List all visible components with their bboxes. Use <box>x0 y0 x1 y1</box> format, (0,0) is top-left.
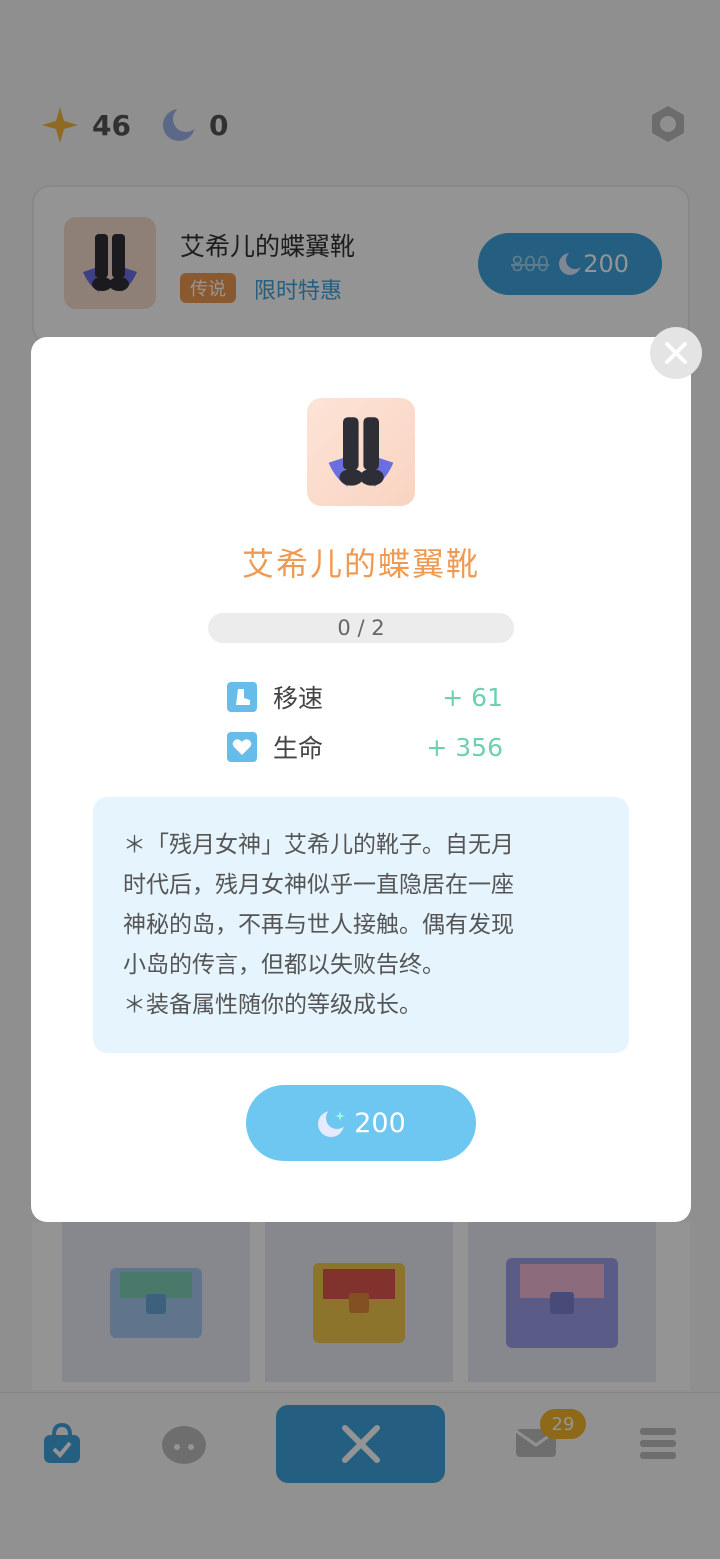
description-line: ＊「残月女神」艾希儿的靴子。自无月 <box>123 832 514 858</box>
description-line: 神秘的岛，不再与世人接触。偶有发现 <box>123 912 514 938</box>
boots-icon <box>328 417 394 487</box>
description-line: 小岛的传言，但都以失败告终。 <box>123 952 445 978</box>
close-icon <box>665 342 687 364</box>
moon-icon <box>318 1107 349 1137</box>
stat-row-health: 生命 + 356 <box>227 730 503 764</box>
purchase-price: 200 <box>354 1107 406 1139</box>
item-detail-modal: 艾希儿的蝶翼靴 0 / 2 移速 + 61 生命 + 356 ＊「残月女神」艾希… <box>31 337 691 1222</box>
modal-item-title: 艾希儿的蝶翼靴 <box>241 545 480 583</box>
purchase-button[interactable]: 200 <box>246 1085 476 1161</box>
stat-label: 移速 <box>273 684 324 713</box>
heart-icon <box>227 732 257 762</box>
stat-label: 生命 <box>273 734 324 763</box>
close-modal-button[interactable] <box>650 327 702 379</box>
modal-item-thumbnail <box>307 398 415 506</box>
description-line: ＊装备属性随你的等级成长。 <box>123 992 422 1018</box>
stat-value: + 356 <box>426 732 503 762</box>
speed-boot-icon <box>227 682 257 712</box>
item-description: ＊「残月女神」艾希儿的靴子。自无月 时代后，残月女神似乎一直隐居在一座 神秘的岛… <box>93 797 629 1053</box>
stat-value: + 61 <box>442 682 503 712</box>
upgrade-progress: 0 / 2 <box>208 613 514 643</box>
stat-row-speed: 移速 + 61 <box>227 680 503 714</box>
description-line: 时代后，残月女神似乎一直隐居在一座 <box>123 872 514 898</box>
